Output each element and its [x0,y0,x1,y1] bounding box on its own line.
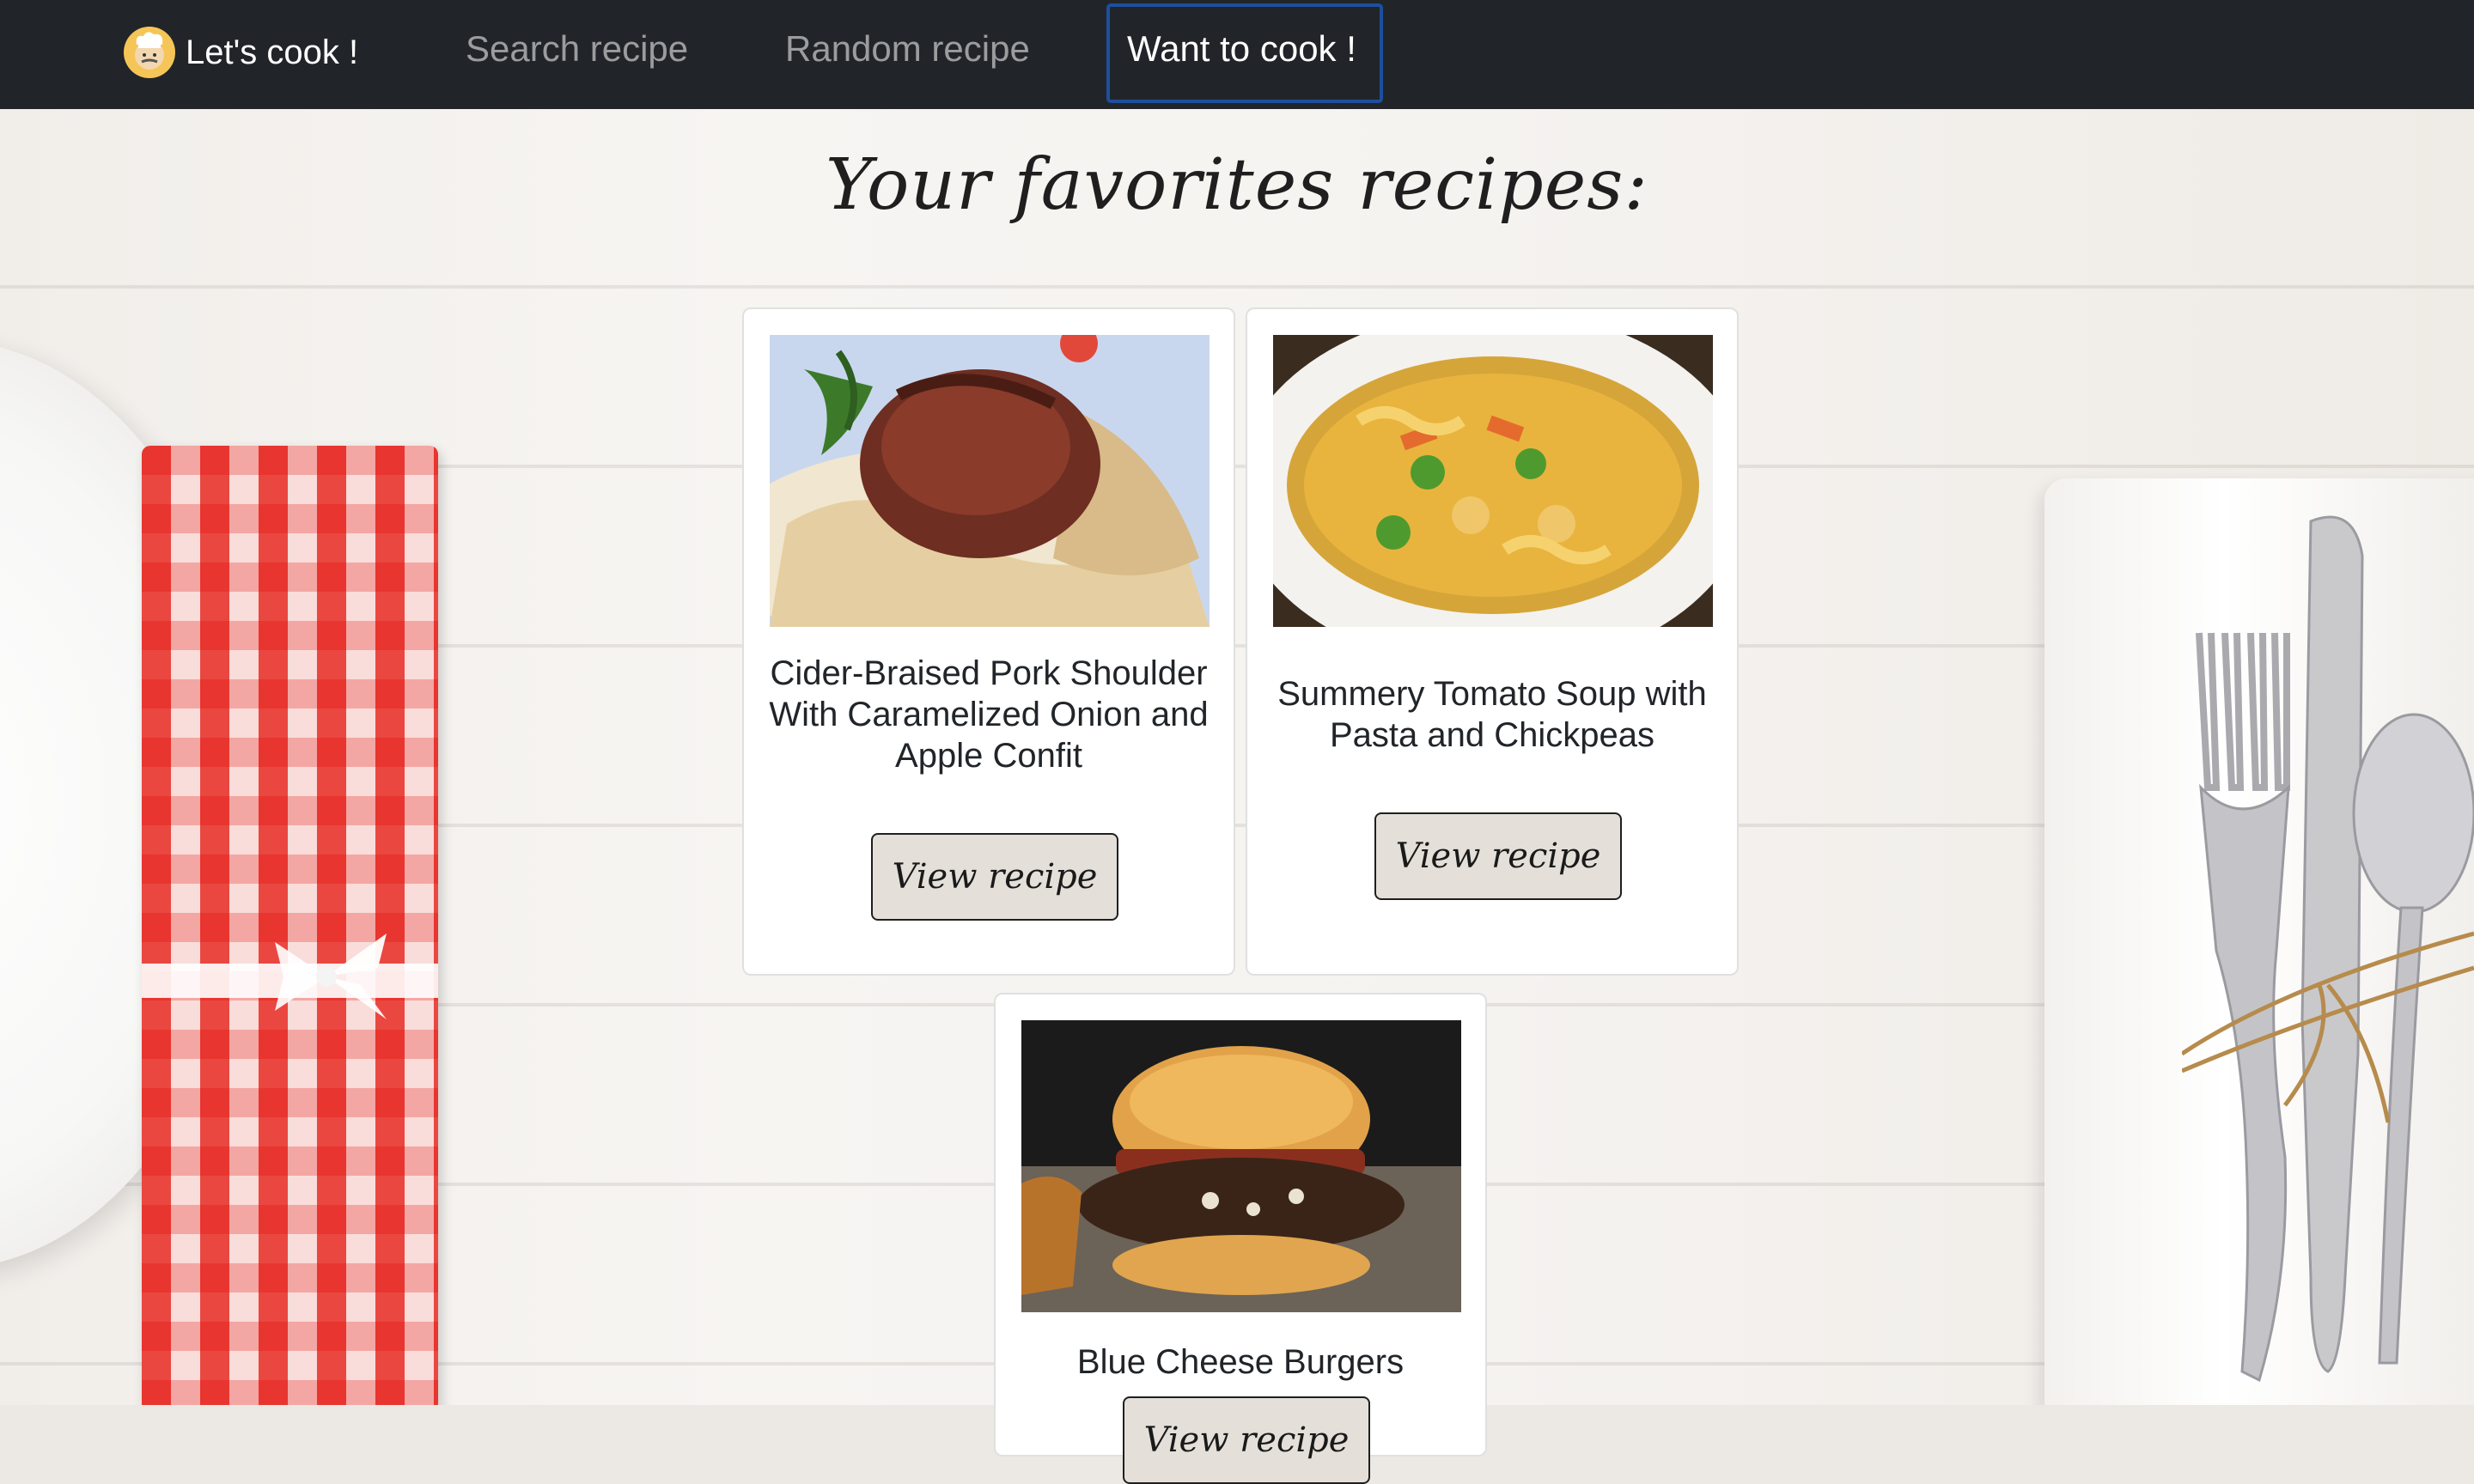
recipe-image [1021,1020,1461,1312]
chef-logo-icon [124,27,175,78]
recipe-card: Summery Tomato Soup with Pasta and Chick… [1246,307,1739,976]
nav-link-want-to-cook[interactable]: Want to cook ! [1127,28,1356,70]
view-recipe-button[interactable]: View recipe [1123,1396,1370,1484]
recipe-title: Blue Cheese Burgers [1076,1343,1405,1381]
recipe-image [770,335,1210,627]
bow-decoration [275,934,387,1019]
recipe-card: Cider-Braised Pork Shoulder With Caramel… [742,307,1235,976]
brand-label: Let's cook ! [186,33,359,71]
view-recipe-button[interactable]: View recipe [871,833,1118,921]
recipe-card: Blue Cheese Burgers View recipe [994,993,1487,1484]
recipe-title: Summery Tomato Soup with Pasta and Chick… [1277,675,1707,754]
recipe-title: Cider-Braised Pork Shoulder With Caramel… [769,654,1209,775]
view-recipe-button[interactable]: View recipe [1374,812,1622,900]
navbar: Let's cook ! Search recipe Random recipe… [0,0,2474,109]
recipe-image [1273,335,1713,627]
nav-link-search-recipe[interactable]: Search recipe [466,28,688,70]
brand-link[interactable]: Let's cook ! [124,26,358,79]
cutlery-decoration [2182,515,2474,1383]
nav-link-random-recipe[interactable]: Random recipe [785,28,1030,70]
page-title: Your favorites recipes: [825,144,1649,226]
